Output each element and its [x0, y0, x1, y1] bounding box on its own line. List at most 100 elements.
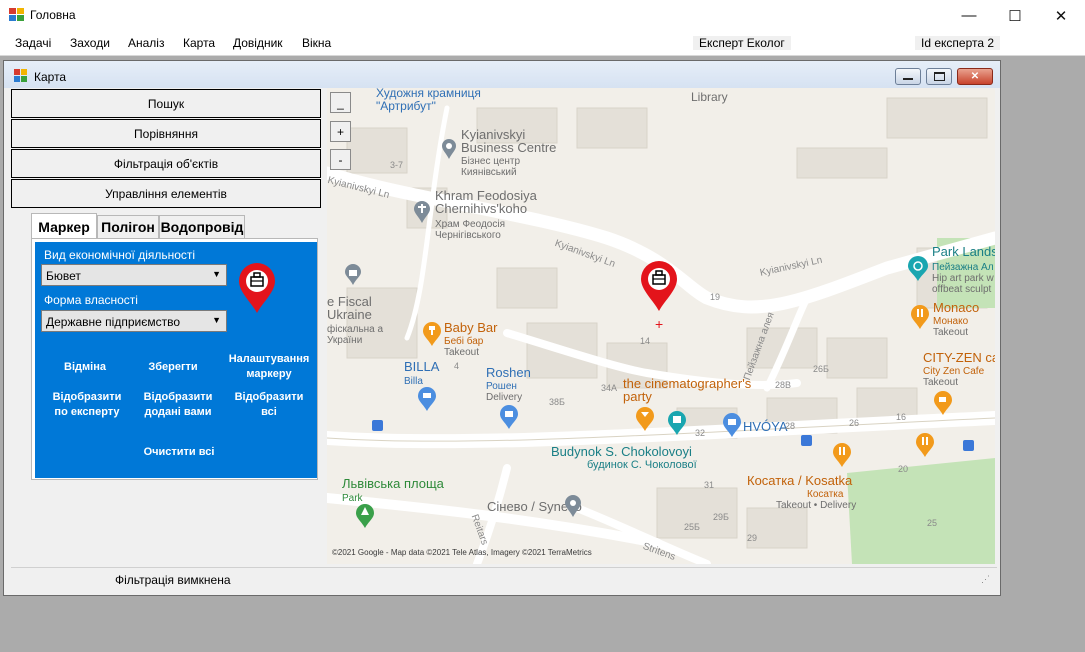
- poi-park-lands-en: Hip art park w offbeat sculpt: [932, 273, 994, 295]
- house-number: 25Б: [684, 522, 700, 532]
- poi-baby-bar[interactable]: Baby Bar: [444, 321, 497, 334]
- bank-pin-icon: [345, 264, 361, 285]
- activity-label: Вид економічної діяльності: [44, 248, 196, 262]
- menu-tasks[interactable]: Задачі: [15, 36, 51, 50]
- poi-kosatka-sub: Takeout • Delivery: [776, 500, 857, 511]
- ownership-value: Державне підприємство: [46, 315, 181, 329]
- cancel-button[interactable]: Відміна: [55, 360, 115, 375]
- house-number: 28В: [775, 380, 792, 390]
- placed-marker-icon[interactable]: [639, 260, 679, 312]
- menu-bar: Задачі Заходи Аналіз Карта Довідник Вікн…: [0, 31, 1085, 56]
- menu-measures[interactable]: Заходи: [70, 36, 110, 50]
- bus-stop-icon: [963, 440, 974, 451]
- menu-analysis[interactable]: Аналіз: [128, 36, 164, 50]
- crosshair-icon: +: [655, 316, 664, 332]
- filter-objects-button[interactable]: Фільтрація об'єктів: [11, 149, 321, 178]
- poi-monaco[interactable]: Monaco: [933, 301, 979, 314]
- app-title: Головна: [30, 8, 76, 22]
- house-number: 26: [849, 418, 860, 428]
- poi-kbc[interactable]: Kyianivskyi Business Centre: [461, 128, 571, 154]
- menu-windows[interactable]: Вікна: [302, 36, 331, 50]
- mdi-restore-button[interactable]: [926, 68, 952, 85]
- poi-roshen-sub: Delivery: [486, 392, 523, 403]
- menu-map[interactable]: Карта: [183, 36, 215, 50]
- zoom-in-button[interactable]: +: [330, 121, 351, 142]
- app-title-bar: Головна — ☐ ✕: [0, 0, 1085, 31]
- house-number: 29: [747, 533, 758, 543]
- marker-settings-panel: Вид економічної діяльності Бювет ▼ Форма…: [35, 242, 317, 478]
- poi-church[interactable]: Khram Feodosiya Chernihivs'koho: [435, 189, 555, 215]
- restaurant-pin-icon: [911, 305, 929, 329]
- poi-kosatka[interactable]: Косатка / Kosatka: [747, 474, 852, 487]
- bus-stop-icon: [372, 420, 383, 431]
- chevron-down-icon: ▼: [212, 269, 221, 279]
- restaurant-pin-icon: [423, 322, 441, 346]
- house-number: 3-7: [390, 160, 404, 170]
- chevron-down-icon: ▼: [212, 315, 221, 325]
- map-dock-button[interactable]: _: [330, 92, 351, 113]
- house-number: 28: [785, 421, 796, 431]
- map-window: Карта ✕ Пошук Порівняння Фільтрація об'є…: [3, 60, 1001, 596]
- house-number: 4: [454, 361, 460, 371]
- house-number: 34А: [601, 383, 618, 393]
- ownership-select[interactable]: Державне підприємство ▼: [41, 310, 227, 332]
- house-number: 16: [896, 412, 907, 422]
- show-all-button[interactable]: Відобразити всі: [227, 390, 311, 420]
- show-by-expert-button[interactable]: Відобразити по експерту: [45, 390, 129, 420]
- poi-library[interactable]: Library: [691, 91, 728, 104]
- restaurant-pin-icon: [916, 433, 934, 457]
- poi-art-shop[interactable]: Художня крамниця "Артрибут": [376, 88, 496, 113]
- poi-budynok[interactable]: Budynok S. Chokolovoyi: [551, 445, 692, 458]
- map-pin-icon: [565, 495, 581, 517]
- minimize-button[interactable]: —: [946, 0, 992, 31]
- poi-budynok-uk: будинок С. Чоколової: [587, 459, 697, 471]
- filter-status: Фільтрація вимкнена: [115, 573, 231, 587]
- poi-square[interactable]: Львівська площа: [342, 477, 444, 490]
- tab-marker[interactable]: Маркер: [31, 213, 97, 239]
- poi-hvoya[interactable]: HVÓYA: [743, 420, 788, 433]
- mdi-minimize-button[interactable]: [895, 68, 921, 85]
- manage-elements-button[interactable]: Управління елементів: [11, 179, 321, 208]
- poi-park-lands[interactable]: Park Lands: [932, 245, 995, 258]
- activity-select[interactable]: Бювет ▼: [41, 264, 227, 286]
- poi-church-uk: Храм Феодосія Чернігівського: [435, 219, 505, 241]
- mdi-close-button[interactable]: ✕: [957, 68, 993, 85]
- poi-baby-bar-sub: Takeout: [444, 347, 480, 358]
- expert-id: Id експерта 2: [915, 36, 1001, 50]
- save-button[interactable]: Зберегти: [141, 360, 205, 375]
- park-pin-icon: [356, 504, 374, 528]
- search-button[interactable]: Пошук: [11, 89, 321, 118]
- poi-kbc-uk: Бізнес центр Киянівський: [461, 156, 521, 178]
- shopping-bag-icon: [500, 405, 518, 429]
- map-window-title: Карта: [34, 70, 67, 84]
- camera-pin-icon: [908, 256, 928, 281]
- poi-city-zen[interactable]: CITY-ZEN ca: [923, 351, 995, 364]
- house-number: 38Б: [549, 397, 565, 407]
- poi-fiscal[interactable]: e Fiscal Ukraine: [327, 295, 387, 321]
- house-number: 25: [927, 518, 938, 528]
- bar-pin-icon: [636, 407, 654, 431]
- clear-all-button[interactable]: Очистити всі: [135, 445, 223, 460]
- show-added-button[interactable]: Відобразити додані вами: [139, 390, 217, 420]
- close-button[interactable]: ✕: [1038, 0, 1084, 31]
- map-attribution: ©2021 Google - Map data ©2021 Tele Atlas…: [332, 548, 592, 557]
- compare-button[interactable]: Порівняння: [11, 119, 321, 148]
- poi-roshen[interactable]: Roshen: [486, 366, 531, 379]
- cafe-pin-icon: [934, 391, 952, 415]
- poi-fiscal-uk: фіскальна а України: [327, 324, 384, 346]
- house-number: 32: [695, 428, 706, 438]
- resize-grip-icon[interactable]: ⋰: [981, 574, 990, 585]
- house-number: 26Б: [813, 364, 829, 374]
- bus-stop-icon: [801, 435, 812, 446]
- poi-billa[interactable]: BILLA: [404, 360, 439, 373]
- map-view[interactable]: _ + - Художня крамниця "Артрибут" Librar…: [327, 88, 995, 564]
- menu-directory[interactable]: Довідник: [233, 36, 283, 50]
- shopping-cart-icon: [418, 387, 436, 411]
- tab-polygon[interactable]: Полігон: [97, 215, 159, 239]
- zoom-out-button[interactable]: -: [330, 149, 351, 170]
- restaurant-pin-icon: [833, 443, 851, 467]
- marker-settings-button[interactable]: Налаштування маркеру: [226, 352, 312, 382]
- tab-water-pipe[interactable]: Водопровід: [159, 215, 245, 239]
- maximize-button[interactable]: ☐: [992, 0, 1038, 31]
- museum-pin-icon: [668, 411, 686, 435]
